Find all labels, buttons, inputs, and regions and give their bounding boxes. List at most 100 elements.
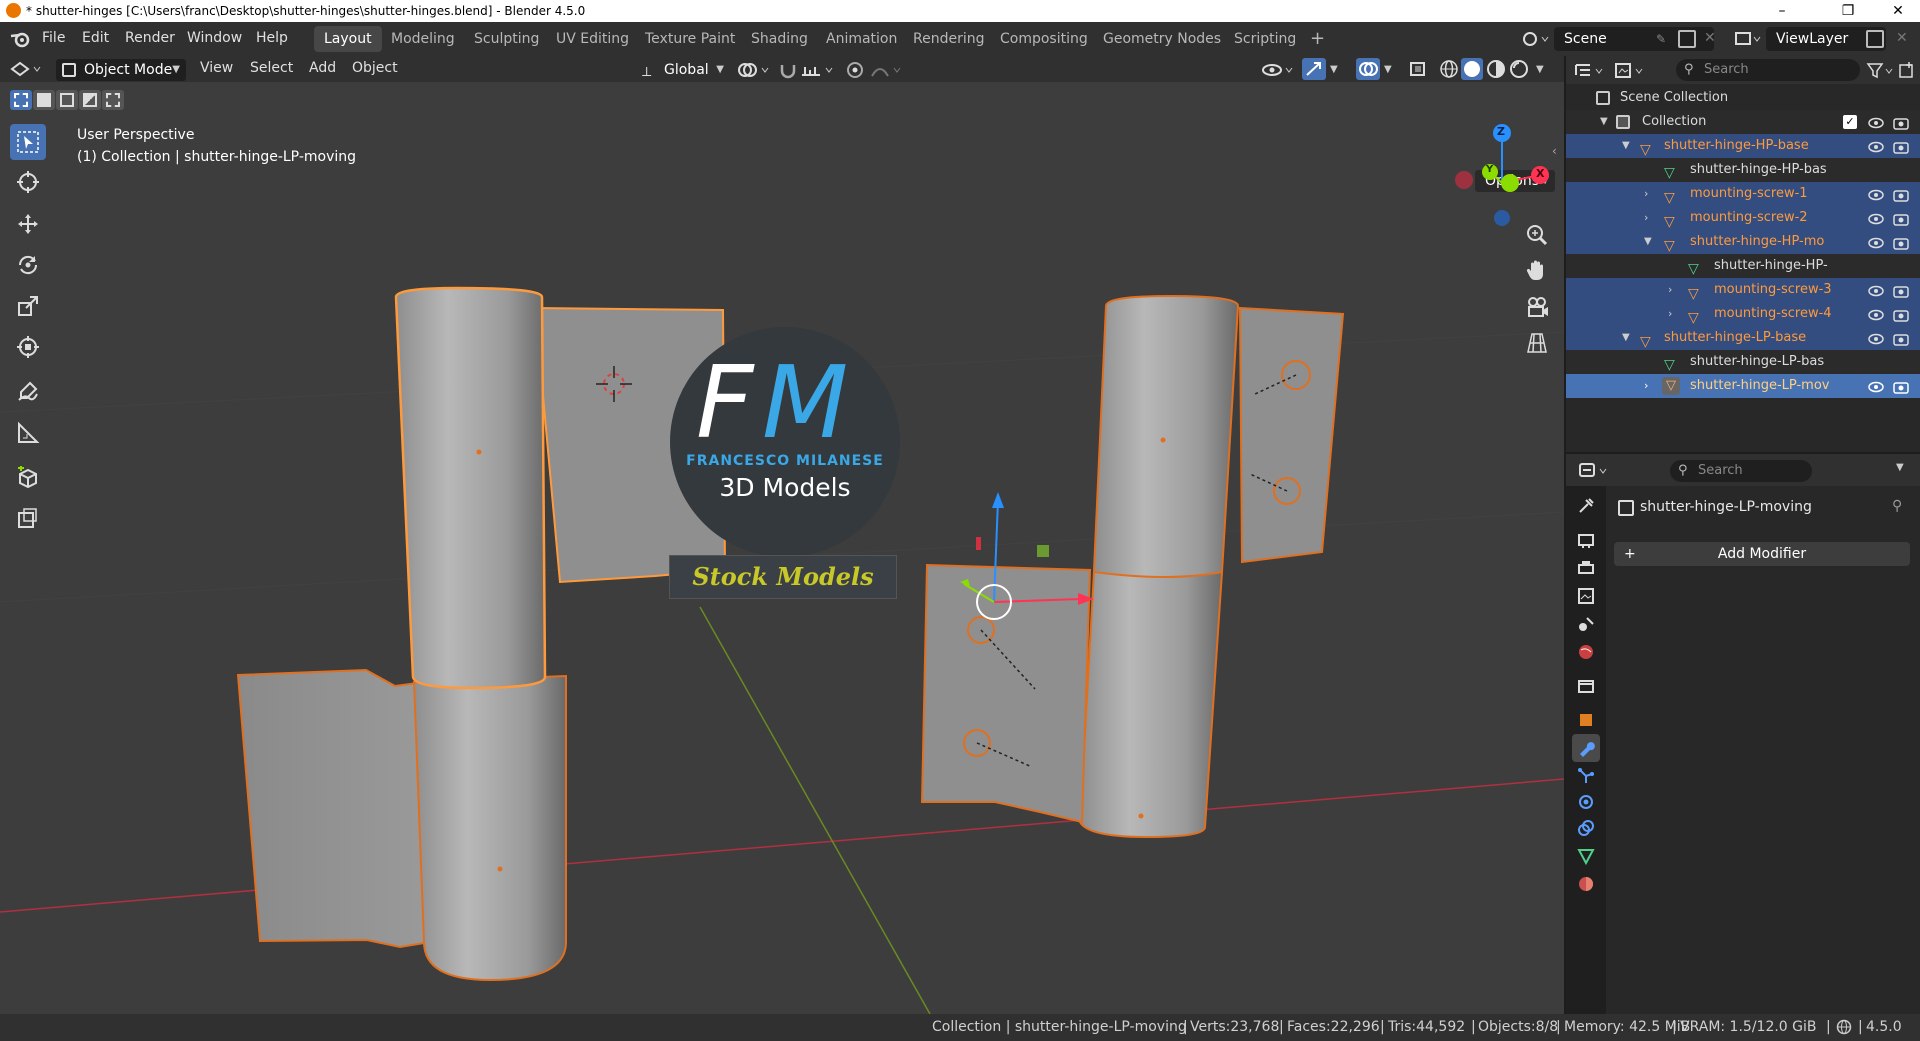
pin-icon[interactable]: ✎ <box>1656 32 1670 46</box>
outliner-row-object[interactable]: ▼ ▽ shutter-hinge-HP-base <box>1566 134 1920 158</box>
viewlayer-type-icon[interactable] <box>1734 30 1764 48</box>
tab-geometry-nodes[interactable]: Geometry Nodes <box>1093 26 1231 52</box>
scale-tool[interactable] <box>10 288 46 324</box>
transform-orientation[interactable]: ⟂ Global ▼ <box>638 59 728 81</box>
tab-scene[interactable] <box>1572 610 1600 638</box>
mode-selector[interactable]: Object Mode ▼ <box>56 59 186 81</box>
menu-select[interactable]: Select <box>250 60 293 76</box>
camera-icon[interactable] <box>1893 115 1909 130</box>
navigation-gizmo[interactable]: Z Y X <box>1446 120 1556 230</box>
menu-file[interactable]: File <box>42 30 65 46</box>
tab-view-layer[interactable] <box>1572 582 1600 610</box>
tab-collection[interactable] <box>1572 672 1600 700</box>
pin-icon[interactable]: ⚲ <box>1892 498 1908 514</box>
menu-render[interactable]: Render <box>125 30 175 46</box>
outliner-row-object[interactable]: › ▽ mounting-screw-3 <box>1566 278 1920 302</box>
tab-modeling[interactable]: Modeling <box>381 26 465 52</box>
camera-icon[interactable] <box>1893 187 1909 202</box>
properties-search-input[interactable]: ⚲ Search <box>1670 460 1812 482</box>
outliner-row-mesh[interactable]: ▽ shutter-hinge-HP-bas <box>1566 158 1920 182</box>
tab-tool[interactable] <box>1572 492 1600 520</box>
camera-icon[interactable] <box>1893 379 1909 394</box>
tab-layout[interactable]: Layout <box>314 26 382 52</box>
new-collection-icon[interactable] <box>1898 62 1916 80</box>
tab-shading[interactable]: Shading <box>741 26 818 52</box>
select-mode-extend-icon[interactable] <box>33 90 55 110</box>
outliner-row-object[interactable]: › ▽ mounting-screw-4 <box>1566 302 1920 326</box>
hand-pan-icon[interactable] <box>1522 256 1552 286</box>
overlays-dropdown-icon[interactable]: ▼ <box>1384 61 1398 79</box>
shading-wireframe-icon[interactable] <box>1438 59 1460 79</box>
tab-sculpting[interactable]: Sculpting <box>464 26 549 52</box>
eye-icon[interactable] <box>1868 139 1884 153</box>
gizmo-dropdown-icon[interactable]: ▼ <box>1330 61 1344 79</box>
close-button[interactable]: ✕ <box>1876 1 1920 21</box>
proportional-falloff-icon[interactable] <box>870 61 906 79</box>
tab-world[interactable] <box>1572 638 1600 666</box>
tab-uv-editing[interactable]: UV Editing <box>546 26 639 52</box>
cursor-tool[interactable] <box>10 164 46 200</box>
select-mode-intersect-icon[interactable] <box>102 90 124 110</box>
camera-icon[interactable] <box>1893 211 1909 226</box>
rotate-tool[interactable] <box>10 247 46 283</box>
visibility-icon[interactable] <box>1262 61 1298 79</box>
maximize-button[interactable]: ❐ <box>1826 1 1870 21</box>
add-modifier-button[interactable]: + Add Modifier <box>1614 542 1910 566</box>
shading-material-icon[interactable] <box>1485 59 1507 79</box>
tab-data[interactable] <box>1572 842 1600 870</box>
blender-menu-icon[interactable] <box>10 30 32 48</box>
eye-icon[interactable] <box>1868 331 1884 345</box>
outliner-row-object[interactable]: ▼ ▽ shutter-hinge-HP-mo <box>1566 230 1920 254</box>
tab-scripting[interactable]: Scripting <box>1224 26 1306 52</box>
shading-dropdown-icon[interactable]: ▼ <box>1536 61 1550 79</box>
move-tool[interactable] <box>10 206 46 242</box>
menu-object[interactable]: Object <box>352 60 398 76</box>
camera-icon[interactable] <box>1893 139 1909 154</box>
eye-icon[interactable] <box>1868 115 1884 129</box>
tab-modifiers[interactable] <box>1572 734 1600 762</box>
tab-constraints[interactable] <box>1572 814 1600 842</box>
camera-icon[interactable] <box>1893 235 1909 250</box>
zoom-icon[interactable] <box>1522 220 1552 250</box>
outliner-editor-icon[interactable] <box>1574 62 1606 80</box>
3d-viewport[interactable]: F M FRANCESCO MILANESE 3D Models Stock M… <box>0 82 1564 1014</box>
select-box-tool[interactable] <box>10 124 46 160</box>
scene-type-icon[interactable] <box>1522 30 1550 48</box>
overlays-toggle-icon[interactable] <box>1356 58 1380 80</box>
transform-tool[interactable] <box>10 329 46 365</box>
outliner-row-mesh[interactable]: ▽ shutter-hinge-LP-bas <box>1566 350 1920 374</box>
outliner-row-mesh[interactable]: ▽ shutter-hinge-HP- <box>1566 254 1920 278</box>
minimize-button[interactable]: – <box>1760 1 1804 21</box>
select-mode-invert-icon[interactable] <box>79 90 101 110</box>
eye-icon[interactable] <box>1868 379 1884 393</box>
shading-solid-icon[interactable] <box>1461 58 1483 80</box>
proportional-edit-icon[interactable] <box>846 61 864 79</box>
eye-icon[interactable] <box>1868 307 1884 321</box>
gizmo-toggle-icon[interactable] <box>1302 58 1326 80</box>
menu-edit[interactable]: Edit <box>82 30 109 46</box>
xray-toggle-icon[interactable] <box>1408 60 1428 78</box>
add-cube-tool[interactable] <box>10 460 46 496</box>
checkbox-icon[interactable]: ✓ <box>1843 115 1857 129</box>
transform-extra-tool[interactable] <box>10 501 46 537</box>
collapse-sidebar-icon[interactable]: ‹ <box>1552 144 1562 160</box>
camera-icon[interactable] <box>1893 307 1909 322</box>
tab-animation[interactable]: Animation <box>816 26 907 52</box>
editor-type-icon[interactable] <box>10 60 50 78</box>
tab-texture-paint[interactable]: Texture Paint <box>635 26 745 52</box>
tab-compositing[interactable]: Compositing <box>990 26 1098 52</box>
new-scene-icon[interactable] <box>1678 30 1696 48</box>
eye-icon[interactable] <box>1868 187 1884 201</box>
outliner-row-object[interactable]: › ▽ mounting-screw-2 <box>1566 206 1920 230</box>
camera-view-icon[interactable] <box>1522 292 1552 322</box>
camera-icon[interactable] <box>1893 331 1909 346</box>
chevron-down-icon[interactable]: ▼ <box>1896 462 1904 473</box>
menu-view[interactable]: View <box>200 60 233 76</box>
tab-particles[interactable] <box>1572 762 1600 790</box>
tab-physics[interactable] <box>1572 788 1600 816</box>
outliner-row-object-active[interactable]: › ▽ shutter-hinge-LP-mov <box>1566 374 1920 398</box>
shading-rendered-icon[interactable] <box>1508 59 1530 79</box>
eye-icon[interactable] <box>1868 283 1884 297</box>
outliner-row-object[interactable]: ▼ ▽ shutter-hinge-LP-base <box>1566 326 1920 350</box>
properties-editor-icon[interactable] <box>1578 462 1612 480</box>
